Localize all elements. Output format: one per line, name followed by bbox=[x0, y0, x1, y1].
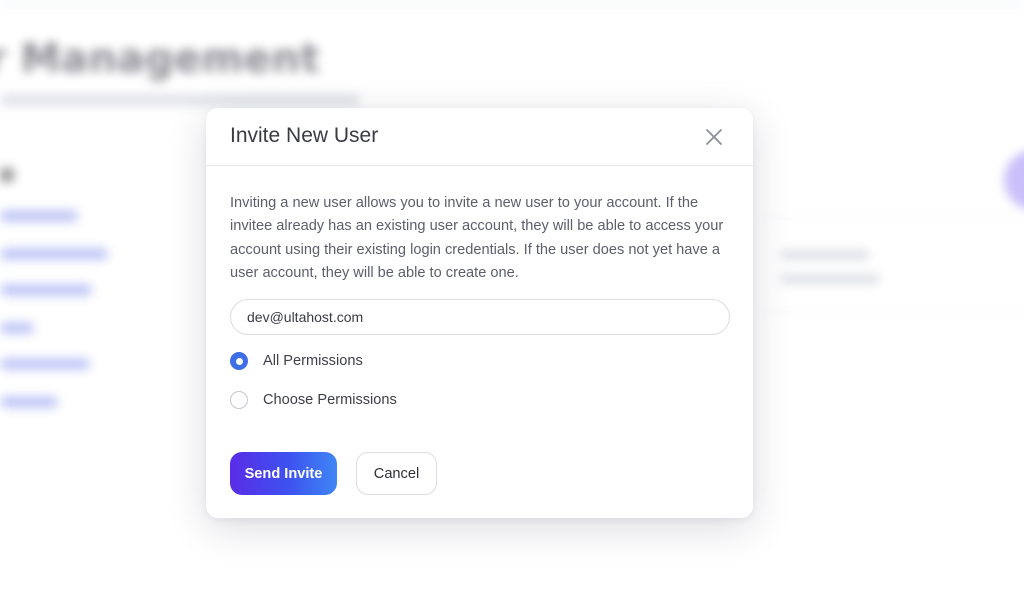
close-icon bbox=[706, 129, 722, 145]
modal-header: Invite New User bbox=[206, 108, 753, 166]
invite-user-modal: Invite New User Inviting a new user allo… bbox=[206, 108, 753, 518]
table-cell bbox=[780, 250, 870, 260]
radio-choose-permissions[interactable]: Choose Permissions bbox=[230, 390, 397, 410]
invite-description: Inviting a new user allows you to invite… bbox=[230, 195, 724, 281]
sidebar-link bbox=[0, 358, 90, 370]
sidebar-link bbox=[0, 284, 92, 296]
sidebar-link bbox=[0, 322, 34, 334]
sidebar-heading bbox=[0, 168, 14, 182]
sidebar-link bbox=[0, 248, 108, 260]
radio-label: All Permissions bbox=[263, 353, 363, 369]
send-invite-button[interactable]: Send Invite bbox=[230, 452, 337, 495]
radio-button-checked[interactable] bbox=[230, 352, 248, 370]
sidebar-link bbox=[0, 396, 58, 408]
radio-all-permissions[interactable]: All Permissions bbox=[230, 351, 363, 371]
cancel-button[interactable]: Cancel bbox=[356, 452, 437, 495]
radio-label: Choose Permissions bbox=[263, 392, 397, 408]
email-input[interactable] bbox=[230, 299, 730, 335]
table-divider bbox=[760, 218, 1024, 219]
radio-button-unchecked[interactable] bbox=[230, 391, 248, 409]
floating-action-button bbox=[1004, 150, 1024, 210]
table-cell bbox=[780, 274, 880, 284]
modal-title: Invite New User bbox=[230, 124, 379, 147]
top-bar bbox=[0, 0, 1024, 6]
close-button[interactable] bbox=[704, 127, 724, 147]
page-title: r Management bbox=[0, 36, 321, 82]
page-subtitle bbox=[0, 94, 360, 106]
table-divider bbox=[760, 312, 1024, 313]
sidebar-link bbox=[0, 210, 78, 222]
modal-body: Inviting a new user allows you to invite… bbox=[230, 192, 730, 285]
